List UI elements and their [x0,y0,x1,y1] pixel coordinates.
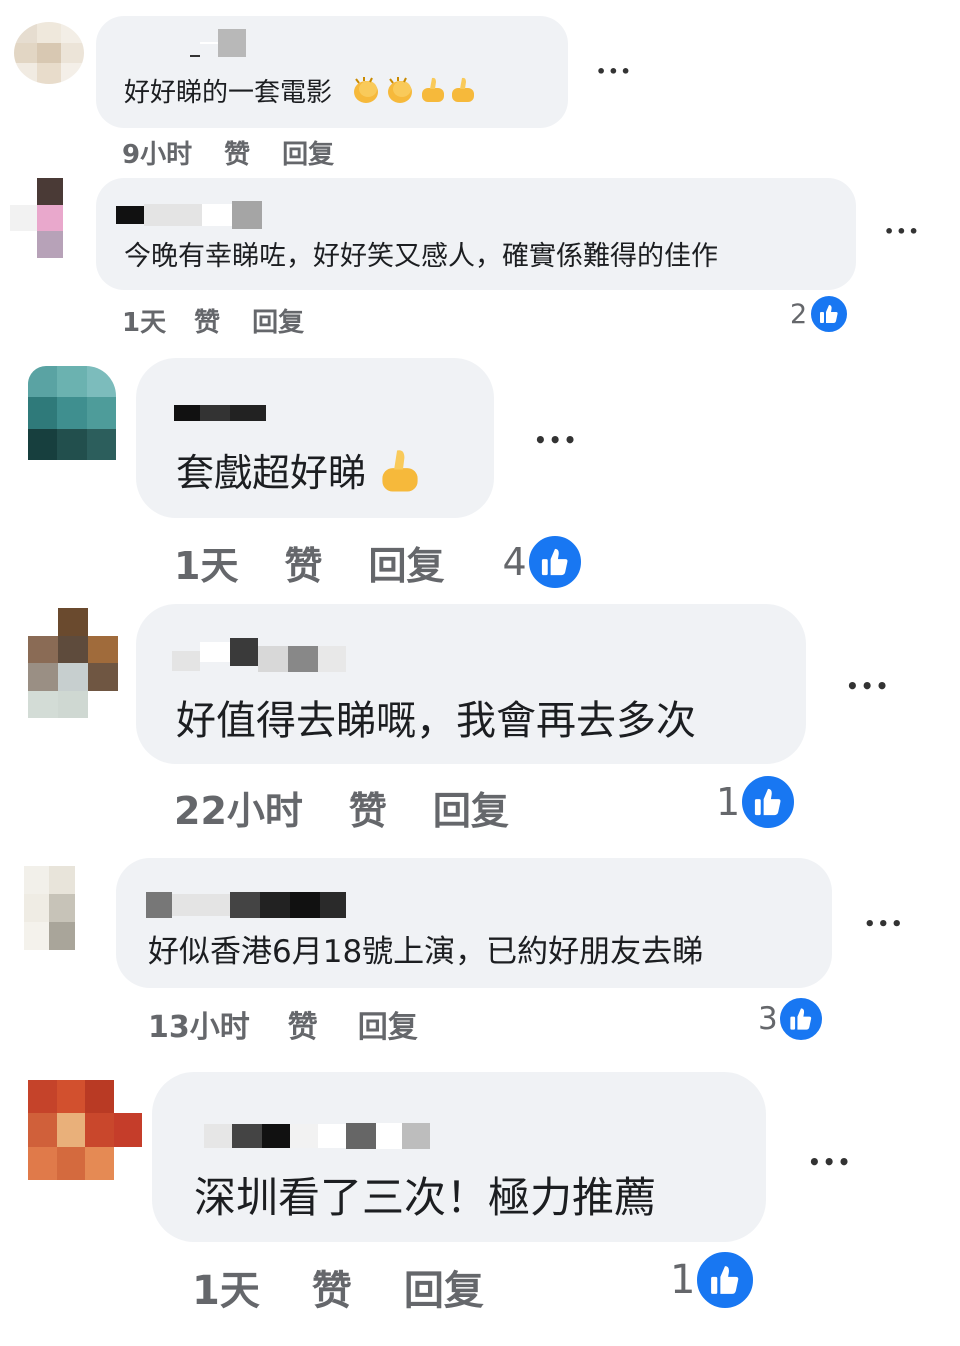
avatar[interactable] [10,178,90,258]
comment-text: 好好睇的一套電影 [124,72,478,112]
comment: 好值得去睇嘅，我會再去多次 ••• 22小时 赞 回复 1 [0,590,960,850]
reply-button[interactable]: 回复 [282,134,334,171]
timestamp[interactable]: 9小时 [122,134,192,171]
reaction-count[interactable]: 1 [716,774,797,830]
avatar[interactable] [14,22,84,84]
blurred-author-name[interactable] [204,1122,430,1150]
clap-emoji [384,75,418,112]
avatar[interactable] [28,1080,142,1180]
comment: 套戲超好睇 ••• 1天 赞 回复 4 [0,350,960,590]
avatar[interactable] [28,366,116,460]
comment: 好似香港6月18號上演，已約好朋友去睇 ••• 13小时 赞 回复 3 [0,850,960,1060]
comment: 好好睇的一套電影 ••• 9小时 赞 回复 [0,0,960,170]
comment-actions: 9小时 赞 回复 [122,134,334,171]
comment-text: 套戲超好睇 [176,442,422,504]
like-button[interactable]: 赞 [312,1258,352,1316]
comment-actions: 1天 赞 回复 [192,1258,484,1316]
timestamp[interactable]: 1天 [122,302,166,339]
timestamp[interactable]: 1天 [174,535,238,590]
comment-text: 今晚有幸睇咗，好好笑又感人，確實係難得的佳作 [124,241,718,272]
like-reaction-icon [740,774,797,830]
comment-text: 好值得去睇嘅，我會再去多次 [176,698,696,744]
thumbs-up-emoji [448,75,478,112]
avatar[interactable] [24,866,100,950]
like-reaction-icon [809,294,850,334]
reaction-count[interactable]: 2 [790,294,850,334]
reaction-count-number: 2 [790,298,808,330]
reaction-count-number: 1 [716,780,741,824]
like-button[interactable]: 赞 [284,535,322,590]
clap-emoji [350,75,384,112]
reaction-count[interactable]: 3 [758,996,824,1042]
timestamp[interactable]: 13小时 [148,1002,250,1046]
comment: 深圳看了三次！極力推薦 ••• 1天 赞 回复 1 [0,1060,960,1346]
more-options-button[interactable]: ••• [846,674,890,698]
reply-button[interactable]: 回复 [368,535,444,590]
thumbs-up-emoji [378,447,422,504]
like-reaction-icon [695,1250,756,1310]
more-options-button[interactable]: ••• [534,428,578,452]
reaction-count-number: 3 [758,1001,778,1037]
more-options-button[interactable]: ••• [864,914,905,935]
comment-actions: 22小时 赞 回复 [174,780,509,835]
reply-button[interactable]: 回复 [358,1002,418,1046]
thumbs-up-emoji [418,75,448,112]
like-reaction-icon [777,996,824,1042]
more-options-button[interactable]: ••• [808,1150,852,1174]
reaction-count[interactable]: 1 [670,1250,756,1310]
timestamp[interactable]: 22小时 [174,780,303,835]
more-options-button[interactable]: ••• [596,62,633,81]
comment-text: 好似香港6月18號上演，已約好朋友去睇 [148,934,704,970]
blurred-author-name[interactable] [146,890,346,920]
like-button[interactable]: 赞 [349,780,387,835]
comment-text: 深圳看了三次！極力推薦 [194,1173,657,1222]
reaction-count-number: 4 [502,540,527,584]
reply-button[interactable]: 回复 [433,780,509,835]
blurred-author-name[interactable] [116,201,262,229]
reply-button[interactable]: 回复 [404,1258,484,1316]
blurred-author-name[interactable] [190,28,246,58]
like-button[interactable]: 赞 [194,302,220,339]
timestamp[interactable]: 1天 [192,1258,260,1316]
reaction-count[interactable]: 4 [502,534,583,590]
comment: 今晚有幸睇咗，好好笑又感人，確實係難得的佳作 ••• 1天 赞 回复 2 [0,170,960,350]
comment-actions: 1天 赞 回复 [122,302,304,339]
more-options-button[interactable]: ••• [884,222,921,241]
comment-actions: 1天 赞 回复 4 [174,534,583,590]
blurred-author-name[interactable] [172,632,346,672]
reaction-count-number: 1 [670,1257,696,1303]
avatar[interactable] [28,608,118,718]
blurred-author-name[interactable] [174,404,266,422]
comment-actions: 13小时 赞 回复 [148,1002,418,1046]
like-button[interactable]: 赞 [224,134,250,171]
like-button[interactable]: 赞 [288,1002,318,1046]
reply-button[interactable]: 回复 [252,302,304,339]
like-reaction-icon [526,534,583,590]
